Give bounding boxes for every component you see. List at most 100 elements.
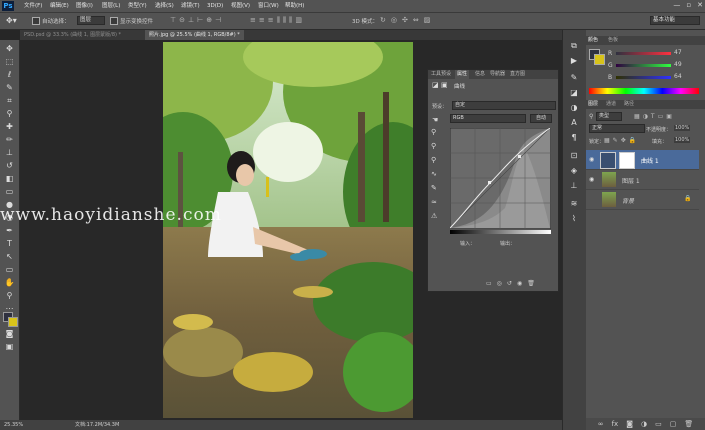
filter-adjustment-icon[interactable]: ◑ [643, 113, 648, 120]
marquee-tool-icon[interactable]: ⬚ [4, 56, 15, 67]
spectrum-bar[interactable] [589, 88, 699, 94]
tab-paths[interactable]: 路径 [624, 100, 634, 109]
history-brush-tool-icon[interactable]: ↺ [4, 160, 15, 171]
eye-icon[interactable]: ◉ [589, 176, 594, 183]
shape-tool-icon[interactable]: ▭ [4, 264, 15, 275]
tab-psd[interactable]: PSD.psd @ 33.3% (曲线 1, 图层蒙版/8) * [20, 30, 126, 40]
background-color-swatch[interactable] [8, 317, 18, 327]
minimize-button[interactable]: — [673, 1, 680, 9]
target-adjust-icon[interactable]: ☚ [432, 116, 438, 124]
eyedropper-tool-icon[interactable]: ⚲ [4, 108, 15, 119]
eraser-tool-icon[interactable]: ◧ [4, 173, 15, 184]
tab-histogram[interactable]: 直方图 [508, 70, 527, 79]
menu-layer[interactable]: 图层(L) [102, 0, 120, 12]
tab-tool-presets[interactable]: 工具预设 [429, 70, 453, 79]
menu-image[interactable]: 图像(I) [76, 0, 93, 12]
new-adjustment-icon[interactable]: ◑ [641, 418, 647, 430]
slide-3d-icon[interactable]: ⇔ [413, 16, 419, 24]
lock-all-icon[interactable]: 🔒 [629, 137, 636, 144]
actions-panel-icon[interactable]: ▶ [568, 55, 580, 67]
maximize-button[interactable]: ▫ [686, 1, 691, 9]
distribute-bottom-icon[interactable]: ≡ [268, 16, 274, 25]
g-slider[interactable] [616, 64, 671, 67]
preset-dropdown[interactable]: 自定 [452, 101, 556, 110]
brush-panel-icon[interactable]: ✎ [568, 72, 580, 84]
tab-photo[interactable]: 照片.jpg @ 25.5% (曲线 1, RGB/8#) * [145, 30, 244, 40]
history-panel-icon[interactable]: ⧉ [568, 40, 580, 52]
filter-type-icon[interactable]: T [651, 113, 655, 120]
pan-3d-icon[interactable]: ✣ [402, 16, 408, 24]
zoom-level[interactable]: 25.35% [4, 420, 23, 430]
tab-color[interactable]: 颜色 [588, 36, 598, 45]
b-slider[interactable] [616, 76, 671, 79]
tab-navigator[interactable]: 导航器 [488, 70, 507, 79]
character-panel-icon[interactable]: A [568, 117, 580, 129]
filter-pixel-icon[interactable]: ▦ [634, 113, 640, 120]
g-value[interactable]: 49 [674, 61, 688, 68]
screen-mode-icon[interactable]: ▣ [4, 341, 15, 352]
filter-shape-icon[interactable]: ▭ [658, 113, 664, 120]
pen-tool-icon[interactable]: ✒ [4, 225, 15, 236]
clone-source-icon[interactable]: ⊥ [568, 180, 580, 192]
scale-3d-icon[interactable]: ▨ [424, 16, 431, 24]
distribute-vcenter-icon[interactable]: ≡ [259, 16, 265, 25]
healing-brush-tool-icon[interactable]: ✚ [4, 121, 15, 132]
blend-mode-dropdown[interactable]: 正常 [589, 124, 645, 133]
menu-view[interactable]: 视图(V) [231, 0, 250, 12]
layer-style-icon[interactable]: fx [612, 418, 619, 430]
delete-adjustment-icon[interactable]: 🗑 [527, 280, 535, 287]
align-top-icon[interactable]: ⊤ [170, 16, 176, 24]
distribute-top-icon[interactable]: ≡ [250, 16, 256, 25]
layer-row-curves[interactable]: ◉ 曲线 1 [586, 150, 699, 170]
tab-swatches[interactable]: 色板 [608, 36, 618, 45]
align-bottom-icon[interactable]: ⊥ [188, 16, 194, 24]
brush-tool-icon[interactable]: ✏ [4, 134, 15, 145]
eyedropper-white-icon[interactable]: ⚲ [431, 156, 437, 164]
menu-3d[interactable]: 3D(D) [207, 0, 223, 12]
menu-edit[interactable]: 编辑(E) [50, 0, 69, 12]
tab-info[interactable]: 信息 [473, 70, 487, 79]
menu-filter[interactable]: 滤镜(T) [181, 0, 200, 12]
new-layer-icon[interactable]: ▢ [670, 418, 677, 430]
lock-position-icon[interactable]: ✥ [621, 137, 626, 144]
layer-filter-dropdown[interactable]: 类型 [596, 112, 622, 121]
auto-select-dropdown[interactable]: 图层 [77, 16, 105, 25]
eyedropper-black-icon[interactable]: ⚲ [431, 128, 437, 136]
type-tool-icon[interactable]: T [4, 238, 15, 249]
b-value[interactable]: 64 [674, 73, 688, 80]
color-bg-swatch[interactable] [594, 54, 605, 65]
lock-image-icon[interactable]: ✎ [613, 137, 618, 144]
tab-properties[interactable]: 属性 [455, 70, 470, 79]
auto-button[interactable]: 自动 [530, 114, 552, 123]
tab-channels[interactable]: 通道 [606, 100, 616, 109]
distribute-left-icon[interactable]: ⫼ [277, 16, 280, 25]
document-info[interactable]: 文档:17.2M/34.3M [75, 420, 119, 430]
adjustments-panel-icon[interactable]: ◑ [568, 102, 580, 114]
eye-icon[interactable]: ◉ [589, 156, 594, 163]
curve-smooth-icon[interactable]: ≈ [431, 198, 437, 206]
align-left-icon[interactable]: ⊢ [197, 16, 203, 24]
path-select-tool-icon[interactable]: ↖ [4, 251, 15, 262]
view-previous-icon[interactable]: ◎ [497, 280, 502, 287]
tab-layers[interactable]: 图层 [588, 100, 598, 109]
move-tool-icon[interactable]: ✥ [4, 43, 15, 54]
opacity-value[interactable]: 100% [674, 125, 691, 131]
lock-transparent-icon[interactable]: ▦ [604, 137, 610, 144]
align-right-icon[interactable]: ⊣ [215, 16, 221, 24]
paths-panel-icon[interactable]: ⌇ [568, 213, 580, 225]
new-group-icon[interactable]: ▭ [655, 418, 662, 430]
layer-mask-thumb[interactable] [619, 152, 635, 169]
r-slider[interactable] [616, 52, 671, 55]
auto-select-checkbox[interactable] [32, 17, 40, 25]
photo-canvas[interactable] [163, 42, 413, 418]
layer-row-background[interactable]: 背景 🔒 [586, 190, 699, 210]
crop-tool-icon[interactable]: ⌗ [4, 95, 15, 106]
channel-dropdown[interactable]: RGB [450, 114, 526, 123]
properties-panel-icon[interactable]: ◪ [568, 87, 580, 99]
close-button[interactable]: ✕ [697, 1, 703, 9]
roll-3d-icon[interactable]: ◎ [391, 16, 397, 24]
eyedropper-gray-icon[interactable]: ⚲ [431, 142, 437, 150]
add-mask-icon[interactable]: ◙ [626, 418, 633, 430]
menu-file[interactable]: 文件(F) [24, 0, 42, 12]
curve-edit-points-icon[interactable]: ∿ [431, 170, 437, 178]
